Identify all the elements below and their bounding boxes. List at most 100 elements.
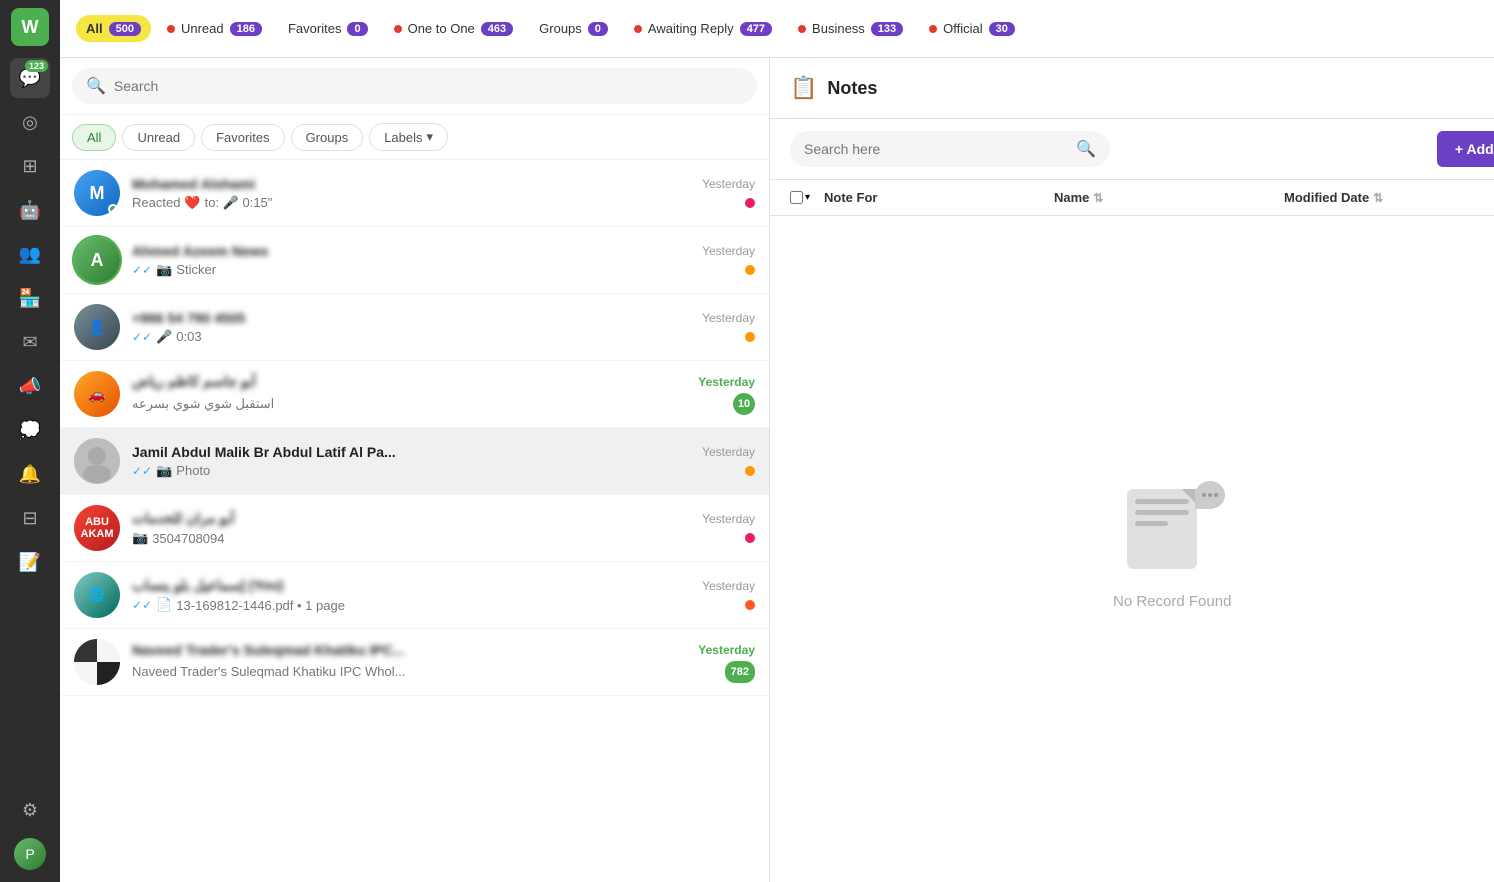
sidebar-item-target[interactable]: ◎ (10, 102, 50, 142)
search-input-wrap: 🔍 (72, 68, 757, 104)
chat-item[interactable]: 🌐 إسماعيل بلو ينساب (You) Yesterday ✓✓ 📄 (60, 562, 769, 629)
heart-emoji: ❤️ (184, 195, 200, 211)
chat-time: Yesterday (702, 579, 755, 593)
notes-header: 📋 Notes ✕ (770, 58, 1494, 119)
main-content: All 500 Unread 186 Favorites 0 One to On… (60, 0, 1494, 882)
chevron-down-icon: ▾ (805, 192, 810, 203)
sidebar-item-bot[interactable]: 🤖 (10, 190, 50, 230)
avatar: 🚗 (74, 371, 120, 417)
chat-time: Yesterday (698, 643, 755, 657)
official-dot (929, 25, 937, 33)
chat-name: +966 54 790 4505 (132, 310, 245, 326)
reacted-text: Reacted (132, 195, 180, 210)
photo-icon: 📷 (156, 463, 172, 479)
chat-item[interactable]: ABUAKAM أبو مران للخدمات Yesterday 📷 350… (60, 495, 769, 562)
business-dot (798, 25, 806, 33)
chat-item[interactable]: A Ahmed Azeem News Yesterday ✓✓ 📷 Stic (60, 227, 769, 294)
chat-preview: ✓✓ 📄 13-169812-1446.pdf • 1 page (132, 597, 345, 613)
empty-state-message: No Record Found (1113, 593, 1231, 610)
tag-dot (745, 332, 755, 342)
chat-item[interactable]: 🚗 أبو جاسم كاظم رياض Yesterday استقبل شو… (60, 361, 769, 428)
notes-table: ▾ Note For Name ⇅ Modified Date ⇅ Action (770, 180, 1494, 882)
tag-dot (745, 265, 755, 275)
chat-info: Ahmed Azeem News Yesterday ✓✓ 📷 Sticker (132, 243, 755, 278)
chat-meta-row: ✓✓ 📄 13-169812-1446.pdf • 1 page (132, 597, 755, 613)
filter-tab-labels[interactable]: Labels ▾ (369, 123, 448, 151)
chat-name-row: Jamil Abdul Malik Br Abdul Latif Al Pa..… (132, 444, 755, 460)
tag-dot (745, 600, 755, 610)
chat-info: Naveed Trader's Suleqmad Khatiku IPC... … (132, 642, 755, 683)
sidebar-item-comment[interactable]: 💭 (10, 410, 50, 450)
bubble-dot (1214, 493, 1218, 497)
preview-text: 0:03 (176, 329, 201, 344)
nav-tab-unread[interactable]: Unread 186 (157, 15, 272, 42)
avatar (74, 438, 120, 484)
avatar: 👤 (74, 304, 120, 350)
nav-tab-awaiting-count: 477 (740, 22, 772, 36)
sidebar-item-chat[interactable]: 💬 123 (10, 58, 50, 98)
sort-icon[interactable]: ⇅ (1373, 191, 1383, 205)
sidebar-item-layers[interactable]: ⊞ (10, 146, 50, 186)
col-header-name: Name ⇅ (1054, 190, 1274, 205)
nav-tab-awaiting-reply[interactable]: Awaiting Reply 477 (624, 15, 782, 42)
chat-item[interactable]: 👤 +966 54 790 4505 Yesterday ✓✓ 🎤 (60, 294, 769, 361)
chat-time: Yesterday (702, 445, 755, 459)
chat-info: أبو جاسم كاظم رياض Yesterday استقبل شوي … (132, 373, 755, 415)
chat-list: M Mohamed Alshami Yesterday Reacted (60, 160, 769, 882)
chat-name: Naveed Trader's Suleqmad Khatiku IPC... (132, 642, 405, 658)
notes-empty-state: No Record Found (770, 216, 1494, 882)
nav-tab-all[interactable]: All 500 (76, 15, 151, 42)
filter-tab-groups[interactable]: Groups (291, 124, 364, 151)
filter-tab-unread[interactable]: Unread (122, 124, 195, 151)
nav-tab-favorites[interactable]: Favorites 0 (278, 15, 378, 42)
sidebar-item-profile[interactable]: P (10, 834, 50, 874)
sticker-icon: 📷 (156, 262, 172, 278)
add-notes-button[interactable]: + Add Notes (1437, 131, 1494, 167)
chat-item[interactable]: M Mohamed Alshami Yesterday Reacted (60, 160, 769, 227)
checkmark-icon: ✓✓ (132, 464, 152, 478)
sidebar-item-grid[interactable]: ⊟ (10, 498, 50, 538)
notes-search-icon: 🔍 (1076, 139, 1096, 159)
unread-dot (167, 25, 175, 33)
nav-tab-favorites-label: Favorites (288, 21, 341, 36)
doc-line (1135, 499, 1189, 504)
filter-tabs: All Unread Favorites Groups Labels ▾ (60, 115, 769, 160)
chat-item[interactable]: Jamil Abdul Malik Br Abdul Latif Al Pa..… (60, 428, 769, 495)
notes-search-input[interactable] (804, 141, 1068, 157)
sidebar-item-settings[interactable]: ⚙ (10, 790, 50, 830)
chat-info: +966 54 790 4505 Yesterday ✓✓ 🎤 0:03 (132, 310, 755, 345)
nav-tab-groups[interactable]: Groups 0 (529, 15, 618, 42)
filter-tab-favorites[interactable]: Favorites (201, 124, 284, 151)
body-row: 🔍 All Unread Favorites Groups Labels ▾ (60, 58, 1494, 882)
select-all-checkbox[interactable] (790, 191, 803, 204)
chat-preview: Naveed Trader's Suleqmad Khatiku IPC Who… (132, 664, 405, 679)
nav-tab-business[interactable]: Business 133 (788, 15, 913, 42)
sidebar-item-note[interactable]: 📝 (10, 542, 50, 582)
filter-tab-all[interactable]: All (72, 124, 116, 151)
nav-tab-official[interactable]: Official 30 (919, 15, 1025, 42)
online-indicator (108, 204, 118, 214)
sidebar-item-store[interactable]: 🏪 (10, 278, 50, 318)
chat-name-row: +966 54 790 4505 Yesterday (132, 310, 755, 326)
nav-tab-business-count: 133 (871, 22, 903, 36)
sidebar-item-bell[interactable]: 🔔 (10, 454, 50, 494)
sidebar-item-mail[interactable]: ✉ (10, 322, 50, 362)
nav-tab-one-to-one-count: 463 (481, 22, 513, 36)
chat-name-row: Ahmed Azeem News Yesterday (132, 243, 755, 259)
sidebar-item-users[interactable]: 👥 (10, 234, 50, 274)
chat-preview: Reacted ❤️ to: 🎤 0:15" (132, 195, 272, 211)
nav-tab-business-label: Business (812, 21, 865, 36)
sidebar-item-megaphone[interactable]: 📣 (10, 366, 50, 406)
table-select-all[interactable]: ▾ (790, 191, 814, 204)
chat-info: Jamil Abdul Malik Br Abdul Latif Al Pa..… (132, 444, 755, 479)
chat-info: Mohamed Alshami Yesterday Reacted ❤️ to:… (132, 176, 755, 211)
chat-name: Mohamed Alshami (132, 176, 255, 192)
sort-icon[interactable]: ⇅ (1093, 191, 1103, 205)
search-input[interactable] (114, 78, 743, 94)
chat-meta-row: 📷 3504708094 (132, 530, 755, 546)
preview-text: 3504708094 (152, 531, 224, 546)
nav-tab-one-to-one[interactable]: One to One 463 (384, 15, 524, 42)
chat-item[interactable]: Naveed Trader's Suleqmad Khatiku IPC... … (60, 629, 769, 696)
nav-tab-unread-count: 186 (230, 22, 262, 36)
chat-name: إسماعيل بلو ينساب (You) (132, 577, 283, 594)
